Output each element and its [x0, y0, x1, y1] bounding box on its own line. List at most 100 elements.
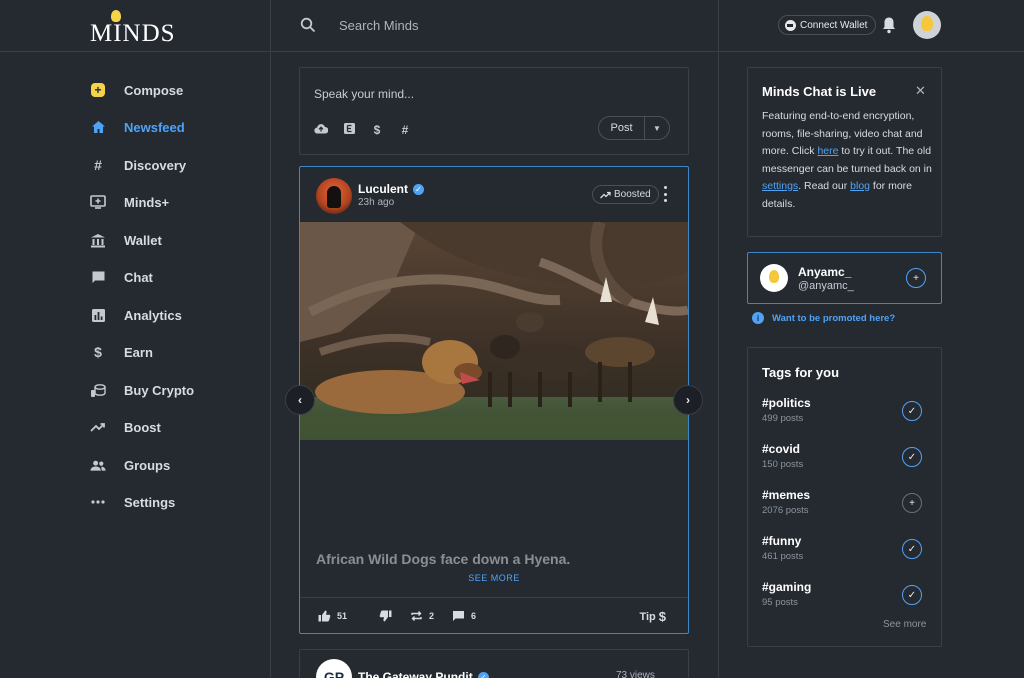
tag-count: 2076 posts: [762, 505, 809, 516]
tag-toggle-button[interactable]: ✓: [902, 585, 922, 605]
author-name-text: Luculent: [358, 182, 408, 196]
composer-input[interactable]: Speak your mind...: [314, 87, 414, 101]
bank-icon: [90, 232, 106, 248]
sidebar-item-label: Analytics: [124, 307, 182, 323]
chat-card-body: Featuring end-to-end encryption, rooms, …: [762, 110, 932, 210]
tag-name: #gaming: [762, 580, 812, 594]
activity-post: GP The Gateway Pundit ✓ 73 views: [299, 649, 689, 678]
post-timestamp[interactable]: 23h ago: [358, 197, 394, 208]
next-image-button[interactable]: ›: [673, 385, 703, 415]
tag-item[interactable]: #politics 499 posts ✓: [762, 396, 934, 428]
settings-link[interactable]: settings: [762, 180, 798, 192]
user-avatar[interactable]: [913, 11, 941, 39]
search-input[interactable]: Search Minds: [339, 18, 418, 33]
tag-item[interactable]: #memes 2076 posts +: [762, 488, 934, 520]
see-more-link[interactable]: SEE MORE: [300, 573, 688, 583]
post-button[interactable]: Post ▼: [598, 116, 670, 140]
suggestion-avatar[interactable]: [760, 264, 788, 292]
explicit-icon[interactable]: [342, 123, 356, 137]
comment-button[interactable]: 6: [452, 610, 476, 622]
like-count: 51: [337, 611, 348, 621]
sidebar-item-settings[interactable]: Settings: [90, 491, 175, 513]
author-name[interactable]: Luculent ✓: [358, 182, 424, 196]
tag-toggle-button[interactable]: +: [902, 493, 922, 513]
sidebar-item-earn[interactable]: $ Earn: [90, 341, 153, 363]
author-avatar[interactable]: [316, 178, 352, 214]
activity-post: Luculent ✓ 23h ago Boosted African Wild …: [299, 166, 689, 634]
tip-button[interactable]: Tip $: [639, 609, 666, 624]
author-name[interactable]: The Gateway Pundit ✓: [358, 670, 489, 678]
caret-down-icon[interactable]: ▼: [645, 124, 669, 133]
verified-badge-icon: ✓: [477, 671, 489, 678]
wallet-icon: [785, 19, 796, 31]
connect-wallet-label: Connect Wallet: [800, 19, 868, 31]
tag-count: 461 posts: [762, 551, 804, 562]
sidebar-item-label: Wallet: [124, 232, 162, 248]
upload-icon[interactable]: [314, 123, 329, 137]
prev-image-button[interactable]: ‹: [285, 385, 315, 415]
tag-name: #politics: [762, 396, 811, 410]
like-button[interactable]: 51: [318, 610, 347, 622]
sidebar-item-wallet[interactable]: Wallet: [90, 229, 162, 251]
post-image[interactable]: [300, 222, 688, 440]
boosted-label: Boosted: [614, 189, 651, 200]
tag-toggle-button[interactable]: ✓: [902, 401, 922, 421]
sidebar-item-label: Newsfeed: [124, 119, 185, 135]
right-divider: [718, 0, 719, 678]
remind-count: 2: [429, 611, 435, 621]
promotion-link[interactable]: i Want to be promoted here?: [752, 312, 895, 324]
hashtag-icon[interactable]: #: [398, 123, 412, 137]
boosted-badge: Boosted: [592, 185, 659, 204]
people-icon: [90, 457, 106, 473]
blog-link[interactable]: blog: [850, 180, 870, 192]
tag-toggle-button[interactable]: ✓: [902, 539, 922, 559]
post-menu-icon[interactable]: [664, 186, 668, 202]
connect-wallet-button[interactable]: Connect Wallet: [778, 15, 877, 35]
composer-toolbar: $ #: [314, 123, 412, 137]
chevron-left-icon: ‹: [298, 393, 302, 407]
tags-title: Tags for you: [762, 365, 840, 380]
tag-name: #covid: [762, 442, 801, 456]
sidebar-item-label: Compose: [124, 82, 184, 98]
remind-button[interactable]: 2: [410, 610, 434, 622]
minds-logo[interactable]: MINDS: [90, 10, 180, 47]
dislike-button[interactable]: [379, 610, 392, 622]
see-more-tags-link[interactable]: See more: [883, 619, 926, 630]
sidebar-item-minds-plus[interactable]: Minds+: [90, 191, 169, 213]
sidebar-item-newsfeed[interactable]: Newsfeed: [90, 116, 185, 138]
tag-name: #funny: [762, 534, 802, 548]
suggestion-handle: @anyamc_: [798, 280, 854, 292]
close-icon[interactable]: ✕: [915, 83, 926, 99]
tag-toggle-button[interactable]: ✓: [902, 447, 922, 467]
subscribe-button[interactable]: +: [906, 268, 926, 288]
sidebar-item-analytics[interactable]: Analytics: [90, 304, 182, 326]
tag-item[interactable]: #gaming 95 posts ✓: [762, 580, 934, 612]
author-name-text: The Gateway Pundit: [358, 670, 473, 678]
suggestion-name[interactable]: Anyamc_: [798, 265, 851, 279]
author-avatar[interactable]: GP: [316, 659, 352, 678]
sidebar-item-chat[interactable]: Chat: [90, 266, 153, 288]
sidebar-item-compose[interactable]: + Compose: [90, 79, 183, 101]
logo-text: MINDS: [90, 20, 176, 47]
channel-suggestion[interactable]: Anyamc_ @anyamc_ +: [747, 252, 942, 304]
sidebar-item-groups[interactable]: Groups: [90, 454, 170, 476]
bell-icon[interactable]: [881, 16, 897, 34]
verified-badge-icon: ✓: [413, 183, 424, 195]
post-actions: 51 2 6 Tip $: [300, 597, 688, 634]
sidebar-item-label: Settings: [124, 494, 176, 510]
plus-icon: +: [913, 272, 919, 284]
sidebar-item-buy-crypto[interactable]: Buy Crypto: [90, 379, 194, 401]
bar-chart-icon: [90, 307, 106, 323]
dollar-icon: $: [94, 344, 102, 360]
search-icon[interactable]: [300, 17, 316, 33]
monetize-icon[interactable]: $: [370, 123, 384, 137]
more-horiz-icon: [90, 494, 106, 510]
sidebar-item-boost[interactable]: Boost: [90, 416, 161, 438]
tag-item[interactable]: #funny 461 posts ✓: [762, 534, 934, 566]
sidebar-item-discovery[interactable]: # Discovery: [90, 154, 186, 176]
chevron-right-icon: ›: [686, 393, 690, 407]
tag-item[interactable]: #covid 150 posts ✓: [762, 442, 934, 474]
post-composer[interactable]: Speak your mind... $ # Post ▼: [299, 67, 689, 155]
here-link[interactable]: here: [817, 145, 838, 157]
trending-up-icon: [600, 191, 611, 198]
